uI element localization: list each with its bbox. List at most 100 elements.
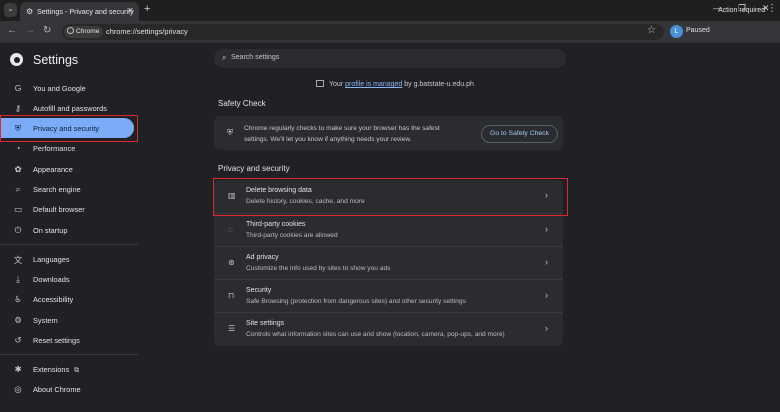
row-site-settings[interactable]: ☰ Site settings Controls what informatio… — [214, 312, 563, 345]
sidebar-item-label: Accessibility — [33, 295, 74, 304]
sidebar-item-accessibility[interactable]: ♿ Accessibility — [0, 289, 134, 309]
cookie-icon: ◌ — [228, 225, 233, 234]
search-icon: ⌕ — [222, 53, 227, 62]
profile-status: Paused — [686, 27, 710, 34]
row-subtitle: Safe Browsing (protection from dangerous… — [246, 298, 466, 305]
sidebar-item-label: On startup — [33, 226, 68, 235]
external-link-icon: ⧉ — [74, 367, 80, 374]
row-subtitle: Third-party cookies are allowed — [246, 232, 338, 239]
sidebar-item-label: You and Google — [33, 84, 86, 93]
reload-icon[interactable]: ↻ — [43, 25, 51, 36]
sidebar-item-reset-settings[interactable]: ↺ Reset settings — [0, 330, 134, 350]
back-icon[interactable]: ← — [7, 25, 17, 36]
search-placeholder: Search settings — [231, 54, 280, 61]
sidebar-item-languages[interactable]: 文 Languages — [0, 249, 134, 269]
chevron-right-icon: › — [545, 323, 548, 333]
palette-icon: ✿ — [14, 164, 22, 174]
site-info-chip[interactable]: Chrome — [64, 26, 104, 38]
sidebar-item-downloads[interactable]: ⤓ Downloads — [0, 269, 134, 289]
row-third-party-cookies[interactable]: ◌ Third-party cookies Third-party cookie… — [214, 213, 563, 246]
translate-icon: 文 — [13, 255, 23, 265]
row-title: Site settings — [246, 320, 285, 327]
page-title: Settings — [33, 53, 79, 67]
row-ad-privacy[interactable]: ⊛ Ad privacy Customize the info used by … — [214, 246, 563, 279]
sidebar-item-you-and-google[interactable]: G You and Google — [0, 78, 134, 98]
safety-check-text: Chrome regularly checks to make sure you… — [244, 125, 440, 143]
chevron-right-icon: › — [545, 290, 548, 300]
download-icon: ⤓ — [16, 274, 20, 284]
chevron-right-icon: › — [545, 257, 548, 267]
sidebar-item-on-startup[interactable]: ⏻ On startup — [0, 220, 134, 240]
toolbar: ← → ↻ Chrome chrome://settings/privacy ☆… — [0, 21, 780, 43]
key-icon: ⚷ — [14, 103, 22, 113]
action-required-button[interactable]: Action required — [718, 7, 765, 14]
power-icon: ⏻ — [14, 225, 22, 235]
highlight-box — [213, 178, 568, 216]
extensions-label: Extensions — [33, 365, 70, 374]
ad-privacy-icon: ⊛ — [228, 258, 235, 267]
reset-icon: ↺ — [14, 335, 22, 345]
sidebar-item-label: Languages — [33, 255, 70, 264]
speedometer-icon: ◔ — [15, 143, 21, 153]
sidebar-item-search-engine[interactable]: ⌕ Search engine — [0, 179, 134, 199]
go-to-safety-check-button[interactable]: Go to Safety Check — [481, 125, 558, 143]
sidebar-item-default-browser[interactable]: ▭ Default browser — [0, 199, 134, 219]
sidebar-item-label: Downloads — [33, 275, 70, 284]
sidebar-item-system[interactable]: ⚙ System — [0, 310, 134, 330]
shield-check-icon: ⛨ — [227, 128, 233, 137]
safety-check-card: ⛨ Chrome regularly checks to make sure y… — [214, 116, 563, 150]
row-subtitle: Customize the info used by sites to show… — [246, 265, 391, 272]
row-subtitle: Controls what information sites can use … — [246, 331, 505, 338]
sidebar-item-label: Appearance — [33, 165, 73, 174]
sidebar-item-label: Default browser — [33, 205, 85, 214]
bookmark-star-icon[interactable]: ☆ — [647, 25, 656, 36]
managed-prefix: Your — [329, 81, 346, 88]
search-engine-icon: ⌕ — [15, 184, 21, 194]
tab-title: Settings - Privacy and security — [37, 7, 134, 16]
chevron-right-icon: › — [545, 224, 548, 234]
tab-settings[interactable]: ⚙ Settings - Privacy and security ✕ — [20, 2, 139, 21]
sidebar-item-extensions[interactable]: ✱ Extensions ⧉ — [0, 359, 134, 379]
close-tab-icon[interactable]: ✕ — [127, 6, 134, 15]
new-tab-button[interactable]: + — [144, 3, 150, 15]
chrome-icon: ◎ — [14, 384, 22, 394]
google-icon: G — [14, 83, 22, 93]
row-title: Third-party cookies — [246, 221, 306, 228]
sidebar-item-label: Search engine — [33, 185, 81, 194]
managed-notice: Your profile is managed by g.batstate-u.… — [316, 80, 474, 88]
puzzle-icon: ✱ — [14, 364, 22, 374]
row-title: Security — [246, 287, 272, 294]
sidebar-item-label: Extensions ⧉ — [33, 365, 79, 375]
tab-strip: ⌄ ⚙ Settings - Privacy and security ✕ + … — [0, 0, 780, 21]
privacy-heading: Privacy and security — [218, 164, 290, 173]
sidebar-divider — [0, 354, 138, 355]
managed-link[interactable]: profile is managed — [345, 81, 402, 88]
search-input[interactable]: ⌕ Search settings — [214, 49, 566, 68]
sidebar-item-label: System — [33, 316, 58, 325]
managed-suffix: by g.batstate-u.edu.ph — [402, 81, 474, 88]
sidebar-item-label: About Chrome — [33, 385, 81, 394]
row-security[interactable]: ⊓ Security Safe Browsing (protection fro… — [214, 279, 563, 312]
menu-icon[interactable]: ⋮ — [767, 3, 777, 14]
wrench-icon: ⚙ — [14, 315, 22, 325]
sidebar-item-label: Autofill and passwords — [33, 104, 107, 113]
address-bar[interactable]: Chrome chrome://settings/privacy ☆ — [62, 24, 664, 40]
forward-icon[interactable]: → — [25, 25, 35, 36]
sidebar-divider — [0, 244, 138, 245]
tab-search-button[interactable]: ⌄ — [4, 3, 17, 17]
safety-check-heading: Safety Check — [218, 99, 266, 108]
sidebar-item-appearance[interactable]: ✿ Appearance — [0, 159, 134, 179]
building-icon — [316, 80, 324, 87]
browser-icon: ▭ — [13, 204, 23, 214]
lock-icon: ⊓ — [228, 291, 235, 300]
row-title: Ad privacy — [246, 254, 279, 261]
highlight-box — [0, 115, 138, 142]
accessibility-icon: ♿ — [14, 294, 22, 304]
chip-label: Chrome — [76, 28, 100, 35]
avatar: L — [670, 25, 683, 38]
sidebar-item-about-chrome[interactable]: ◎ About Chrome — [0, 379, 134, 399]
sliders-icon: ☰ — [228, 324, 236, 333]
profile-button[interactable]: L Paused — [670, 25, 710, 39]
chrome-icon — [67, 27, 74, 34]
url-text[interactable]: chrome://settings/privacy — [106, 27, 188, 36]
